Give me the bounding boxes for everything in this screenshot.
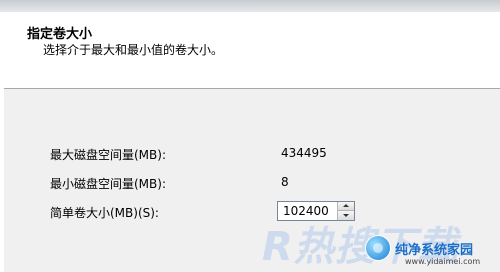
min-space-value: 8	[281, 175, 289, 189]
window-left-edge	[0, 12, 4, 272]
chevron-up-icon[interactable]	[338, 202, 354, 211]
brand-logo-icon	[365, 235, 391, 261]
min-space-label: 最小磁盘空间量(MB):	[50, 177, 166, 191]
page-title: 指定卷大小	[27, 27, 93, 42]
watermark-url: www.yidaimei.com	[405, 257, 481, 266]
volume-size-label: 简单卷大小(MB)(S):	[50, 206, 159, 220]
title-bar-strip	[0, 0, 500, 12]
max-space-value: 434495	[281, 146, 327, 160]
watermark-brand: 纯净系统家园	[395, 243, 474, 258]
page-subtitle: 选择介于最大和最小值的卷大小。	[43, 43, 224, 57]
wizard-window: 指定卷大小 选择介于最大和最小值的卷大小。 最大磁盘空间量(MB): 43449…	[0, 0, 500, 272]
max-space-label: 最大磁盘空间量(MB):	[50, 148, 166, 162]
